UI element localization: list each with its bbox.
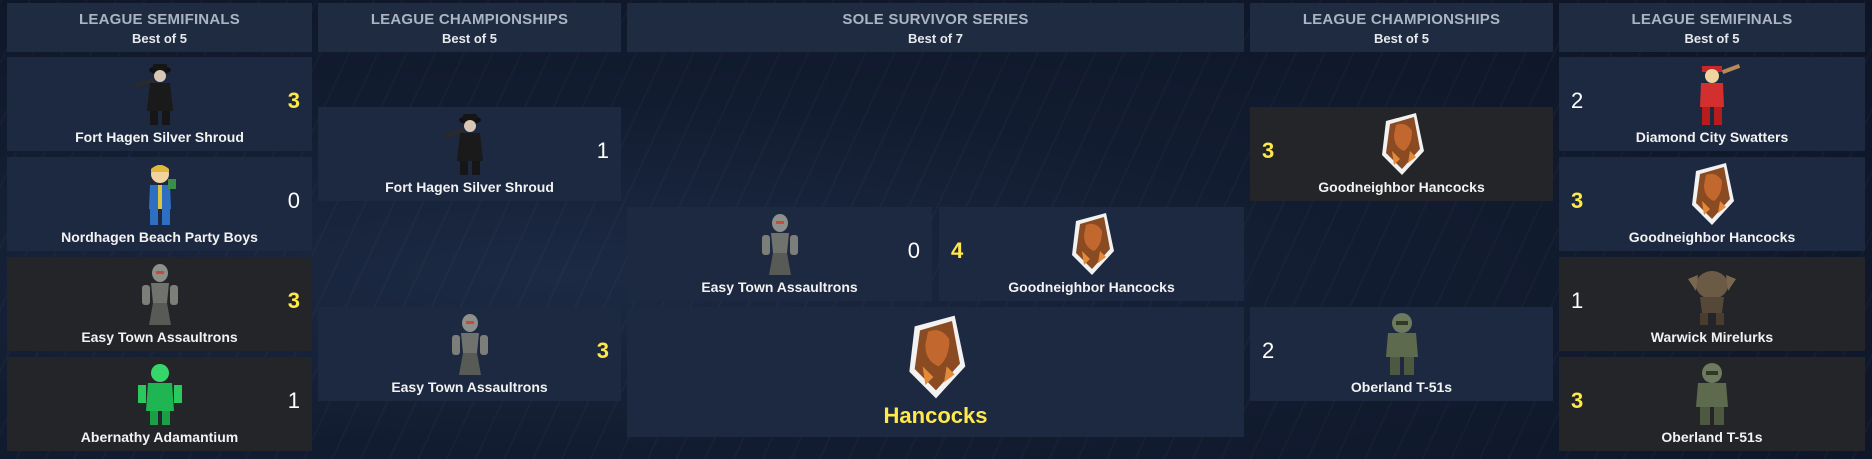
team-card-right-semis-3[interactable]: 1 Warwick Mirelurks: [1559, 257, 1865, 351]
team-name: Oberland T-51s: [1661, 429, 1763, 445]
header-subtitle: Best of 5: [1374, 31, 1429, 46]
team-name: Oberland T-51s: [1350, 379, 1453, 395]
series-score: 3: [287, 87, 300, 113]
series-score: 1: [287, 387, 300, 413]
team-card-right-champ-1[interactable]: 3 Goodneighbor Hancocks: [1250, 107, 1553, 201]
team-card-left-semis-3[interactable]: 3 Easy Town Assaultrons: [7, 257, 312, 351]
hancock-icon: [1062, 211, 1122, 277]
team-card-right-semis-4[interactable]: 3 Oberland T-51s: [1559, 357, 1865, 451]
power-armor-icon: [1372, 311, 1432, 377]
team-name: Goodneighbor Hancocks: [1008, 279, 1175, 295]
header-subtitle: Best of 7: [908, 31, 963, 46]
header-left-championships: LEAGUE CHAMPIONSHIPS Best of 5: [318, 3, 621, 52]
series-score: 1: [596, 137, 609, 163]
team-card-left-champ-2[interactable]: 3 Easy Town Assaultrons: [318, 307, 621, 401]
header-title: LEAGUE SEMIFINALS: [1631, 11, 1793, 28]
team-card-finals-1[interactable]: 0 Easy Town Assaultrons: [627, 207, 932, 301]
series-score: 0: [907, 237, 920, 263]
team-card-right-semis-1[interactable]: 2 Diamond City Swatters: [1559, 57, 1865, 151]
series-score: 2: [1571, 87, 1584, 113]
header-subtitle: Best of 5: [442, 31, 497, 46]
series-score: 0: [287, 187, 300, 213]
team-name: Fort Hagen Silver Shroud: [385, 179, 554, 195]
header-title: LEAGUE CHAMPIONSHIPS: [370, 11, 569, 28]
power-armor-icon: [1682, 361, 1742, 427]
team-name: Goodneighbor Hancocks: [1318, 179, 1485, 195]
team-name: Goodneighbor Hancocks: [1628, 229, 1796, 245]
header-title: LEAGUE CHAMPIONSHIPS: [1302, 11, 1501, 28]
team-card-left-semis-4[interactable]: 1 Abernathy Adamantium: [7, 357, 312, 451]
series-score: 2: [1262, 337, 1275, 363]
team-card-right-semis-2[interactable]: 3 Goodneighbor Hancocks: [1559, 157, 1865, 251]
team-name: Nordhagen Beach Party Boys: [61, 229, 258, 245]
header-title: SOLE SURVIVOR SERIES: [842, 11, 1029, 28]
header-title: LEAGUE SEMIFINALS: [79, 11, 240, 28]
hancock-icon: [1372, 111, 1432, 177]
vault-boy-icon: [130, 161, 190, 227]
series-score: 3: [1262, 137, 1275, 163]
hancock-icon: [896, 309, 976, 405]
series-score: 1: [1571, 287, 1584, 313]
silver-shroud-icon: [130, 61, 190, 127]
team-card-left-champ-1[interactable]: 1 Fort Hagen Silver Shroud: [318, 107, 621, 201]
team-name: Diamond City Swatters: [1635, 129, 1789, 145]
header-left-semifinals: LEAGUE SEMIFINALS Best of 5: [7, 3, 312, 52]
header-subtitle: Best of 5: [132, 31, 187, 46]
team-name: Easy Town Assaultrons: [701, 279, 858, 295]
header-subtitle: Best of 5: [1684, 31, 1740, 46]
swatter-icon: [1682, 61, 1742, 127]
team-name: Warwick Mirelurks: [1650, 329, 1774, 345]
team-card-left-semis-2[interactable]: 0 Nordhagen Beach Party Boys: [7, 157, 312, 251]
team-name: Abernathy Adamantium: [80, 429, 239, 445]
team-card-left-semis-1[interactable]: 3 Fort Hagen Silver Shroud: [7, 57, 312, 151]
header-right-championships: LEAGUE CHAMPIONSHIPS Best of 5: [1250, 3, 1553, 52]
silver-shroud-icon: [440, 111, 500, 177]
header-right-semifinals: LEAGUE SEMIFINALS Best of 5: [1559, 3, 1865, 52]
team-name: Easy Town Assaultrons: [391, 379, 548, 395]
series-score: 3: [287, 287, 300, 313]
assaultron-icon: [750, 211, 810, 277]
series-score: 3: [1571, 187, 1584, 213]
assaultron-icon: [130, 261, 190, 327]
team-name: Easy Town Assaultrons: [81, 329, 238, 345]
mirelurk-icon: [1682, 261, 1742, 327]
series-score: 3: [596, 337, 609, 363]
assaultron-icon: [440, 311, 500, 377]
team-name: Fort Hagen Silver Shroud: [75, 129, 244, 145]
champion-name: Hancocks: [883, 403, 988, 428]
team-card-finals-2[interactable]: 4 Goodneighbor Hancocks: [939, 207, 1244, 301]
series-score: 4: [951, 237, 964, 263]
hancock-icon: [1682, 161, 1742, 227]
series-score: 3: [1571, 387, 1584, 413]
header-finals: SOLE SURVIVOR SERIES Best of 7: [627, 3, 1244, 52]
adamantium-icon: [130, 361, 190, 427]
team-card-right-champ-2[interactable]: 2 Oberland T-51s: [1250, 307, 1553, 401]
champion-card[interactable]: Hancocks: [627, 307, 1244, 437]
